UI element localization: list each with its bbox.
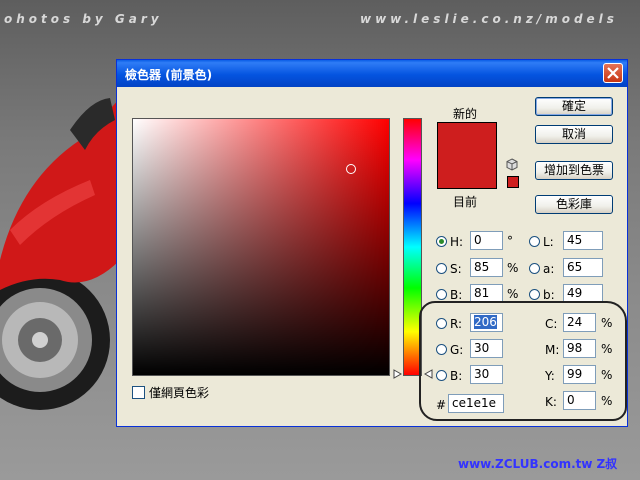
hsb-b-radio[interactable] bbox=[436, 289, 447, 300]
hue-slider-left-arrow-icon[interactable] bbox=[393, 369, 402, 379]
l-label: L: bbox=[543, 235, 554, 249]
hand-drawn-highlight bbox=[419, 301, 627, 421]
color-libraries-button[interactable]: 色彩庫 bbox=[535, 195, 613, 214]
h-input[interactable]: 0 bbox=[470, 231, 503, 250]
l-radio[interactable] bbox=[529, 236, 540, 247]
s-label: S: bbox=[450, 262, 462, 276]
new-color-swatch bbox=[437, 122, 497, 154]
a-input[interactable]: 65 bbox=[563, 258, 603, 277]
zclub-url[interactable]: www.ZCLUB.com.tw bbox=[458, 457, 592, 471]
web-only-checkbox[interactable] bbox=[132, 386, 145, 399]
l-input[interactable]: 45 bbox=[563, 231, 603, 250]
cancel-button[interactable]: 取消 bbox=[535, 125, 613, 144]
lab-b-label: b: bbox=[543, 288, 555, 302]
a-radio[interactable] bbox=[529, 263, 540, 274]
web-only-label: 僅網頁色彩 bbox=[149, 386, 210, 400]
current-color-label: 目前 bbox=[453, 195, 478, 209]
s-input[interactable]: 85 bbox=[470, 258, 503, 277]
dialog-title: 檢色器 (前景色) bbox=[125, 68, 213, 82]
close-icon bbox=[607, 67, 619, 79]
color-field[interactable] bbox=[132, 118, 390, 376]
h-label: H: bbox=[450, 235, 464, 249]
dialog-titlebar[interactable]: 檢色器 (前景色) bbox=[117, 60, 627, 87]
current-color-swatch[interactable] bbox=[437, 154, 497, 189]
h-unit: ° bbox=[507, 234, 513, 248]
zclub-link[interactable]: www.ZCLUB.com.tw Z叔 bbox=[458, 455, 617, 472]
hsb-b-unit: % bbox=[507, 287, 519, 301]
s-unit: % bbox=[507, 261, 519, 275]
add-to-swatches-button[interactable]: 增加到色票 bbox=[535, 161, 613, 180]
new-color-label: 新的 bbox=[453, 107, 478, 121]
color-picker-dialog: 檢色器 (前景色) 僅網頁色彩 新的 目前 確定 取消 增加到色票 色彩庫 H:… bbox=[116, 59, 628, 427]
s-radio[interactable] bbox=[436, 263, 447, 274]
a-label: a: bbox=[543, 262, 555, 276]
photo-watermark-left: ohotos by Gary bbox=[4, 12, 163, 26]
web-only-checkbox-row[interactable]: 僅網頁色彩 bbox=[132, 384, 209, 401]
color-field-marker[interactable] bbox=[346, 164, 356, 174]
h-radio[interactable] bbox=[436, 236, 447, 247]
web-safe-cube-icon[interactable] bbox=[506, 158, 518, 171]
ok-button[interactable]: 確定 bbox=[535, 97, 613, 116]
web-safe-swatch[interactable] bbox=[507, 176, 519, 188]
photo-watermark-right: www.leslie.co.nz/models bbox=[360, 12, 618, 26]
zclub-signature: Z叔 bbox=[596, 457, 618, 471]
lab-b-radio[interactable] bbox=[529, 289, 540, 300]
close-button[interactable] bbox=[603, 63, 623, 83]
hsb-b-label: B: bbox=[450, 288, 463, 302]
